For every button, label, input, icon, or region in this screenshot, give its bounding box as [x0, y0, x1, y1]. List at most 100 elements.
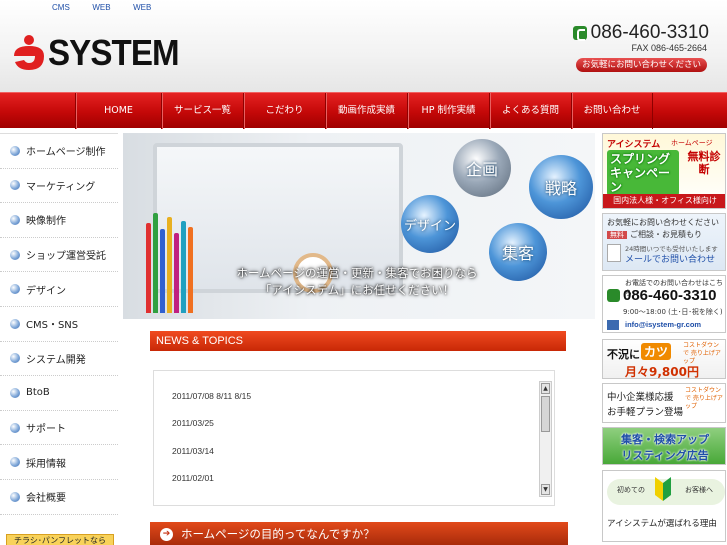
scroll-thumb[interactable] — [541, 396, 550, 432]
beginner-bottom: アイシステムが選ばれる理由 — [607, 519, 717, 529]
sidebar-item-label: サポート — [26, 424, 66, 436]
phone-icon — [607, 289, 620, 302]
sidebar-item-label: 採用情報 — [26, 458, 66, 470]
listing-line1: 集客・検索アップ — [621, 433, 709, 446]
sidebar-item-video[interactable]: 映像制作 — [0, 203, 118, 238]
sidebar-item-cms[interactable]: CMS・SNS — [0, 307, 118, 342]
nav-video-works[interactable]: 動画作成実績 — [325, 93, 407, 129]
nav-contact[interactable]: お問い合わせ — [571, 93, 653, 129]
listing-line2: リスティング広告 — [621, 449, 709, 462]
sme-line2: お手軽プラン登場 — [607, 407, 684, 418]
sidebar-item-label: ホームページ制作 — [26, 147, 106, 159]
sidebar-item-btob[interactable]: BtoB — [0, 376, 118, 411]
hero-caption: ホームページの運営・更新・集客でお困りなら 「アイシステム」にお任せください！ — [187, 265, 527, 299]
campaign-headline: スプリングキャンペーン — [607, 150, 679, 196]
logo-text: SYSTEM — [48, 32, 180, 73]
top-links: CMS WEB WEB — [52, 3, 171, 12]
katsu-price: 月々9,800円 — [625, 365, 699, 379]
top-link-web-1[interactable]: WEB — [92, 3, 110, 12]
sidebar-item-label: BtoB — [26, 387, 50, 399]
global-nav: HOME サービス一覧 こだわり 動画作成実績 HP 制作実績 よくある質問 お… — [0, 92, 727, 129]
top-link-web-2[interactable]: WEB — [133, 3, 151, 12]
phone-contact-number-text: 086-460-3310 — [623, 287, 717, 304]
right-column: アイシステム ホームページ スプリングキャンペーン 無料診断 国内法人様・オフィ… — [600, 133, 727, 545]
sidebar-item-marketing[interactable]: マーケティング — [0, 169, 118, 204]
scroll-up-icon[interactable]: ▲ — [541, 383, 550, 394]
sidebar-item-label: システム開発 — [26, 354, 86, 366]
news-item[interactable]: 2011/03/25 — [172, 418, 214, 428]
campaign-badge: 無料診断 — [687, 150, 721, 176]
beginner-banner[interactable]: 初めての お客様へ アイシステムが選ばれる理由 — [602, 470, 726, 542]
sidebar-flyer-banner[interactable]: チラシ･パンフレットなら — [6, 534, 114, 545]
mail-contact-line4: メールでお問い合わせ — [625, 255, 716, 265]
news-item[interactable]: 2011/02/01 — [172, 473, 214, 483]
sidebar-item-company[interactable]: 会社概要 — [0, 480, 118, 515]
sidebar-item-shop[interactable]: ショップ運営受託 — [0, 238, 118, 273]
sidebar-item-support[interactable]: サポート — [0, 411, 118, 446]
news-heading: NEWS & TOPICS — [150, 331, 566, 351]
phone-icon — [572, 26, 587, 41]
news-scrollbar[interactable]: ▲ ▼ — [539, 381, 552, 497]
katsu-prefix: 不況に — [607, 348, 640, 361]
sidebar-item-label: 映像制作 — [26, 216, 66, 228]
bullet-icon — [10, 457, 20, 468]
phone-contact-email[interactable]: info@isystem-gr.com — [625, 320, 701, 329]
sidebar-item-label: CMS・SNS — [26, 320, 79, 332]
phone-contact-hours: 9:00～18:00 (土･日･祝を除く) — [623, 308, 723, 316]
campaign-title: アイシステム — [607, 140, 661, 150]
sidebar-item-design[interactable]: デザイン — [0, 272, 118, 307]
nav-faq[interactable]: よくある質問 — [489, 93, 571, 129]
mail-contact-line2: 無料 ご相談・お見積もり — [607, 229, 702, 240]
header-phone[interactable]: 086-460-3310 — [572, 22, 709, 44]
katsu-badge: カツ — [641, 343, 672, 360]
bullet-icon — [10, 180, 20, 191]
sidebar-item-label: デザイン — [26, 285, 66, 297]
bullet-icon — [10, 214, 20, 225]
top-link-cms[interactable]: CMS — [52, 3, 70, 12]
sidebar-item-label: マーケティング — [26, 181, 96, 193]
news-item[interactable]: 2011/07/08 8/11 8/15 — [172, 391, 251, 401]
mail-contact-banner[interactable]: お気軽にお問い合わせください 無料 ご相談・お見積もり 24時間いつでも受付いたし… — [602, 213, 726, 271]
sidebar-item-system[interactable]: システム開発 — [0, 342, 118, 377]
bubble-design: デザイン — [401, 195, 459, 253]
purpose-text: ホームページの目的ってなんですか？ — [181, 527, 375, 541]
sidebar-item-hp[interactable]: ホームページ制作 — [0, 134, 118, 169]
header-fax: FAX 086-465-2664 — [631, 43, 707, 53]
sme-plan-banner[interactable]: 中小企業様応援 コストダウンで 売り上げアップ お手軽プラン登場 — [602, 383, 726, 423]
phone-contact-banner[interactable]: お電話でのお問い合わせはこちら 086-460-3310 9:00～18:00 … — [602, 275, 726, 333]
news-list: 2011/07/08 8/11 8/15 2011/03/25 2011/03/… — [153, 370, 555, 506]
bubble-planning: 企画 — [453, 139, 511, 197]
logo[interactable]: SYSTEM — [10, 22, 180, 82]
mail-contact-line2-text: ご相談・お見積もり — [630, 230, 702, 239]
hero-caption-line1: ホームページの運営・更新・集客でお困りなら — [236, 266, 478, 280]
listing-ads-banner[interactable]: 集客・検索アップ リスティング広告 — [602, 427, 726, 465]
bullet-icon — [10, 249, 20, 260]
purpose-banner[interactable]: ➔ ホームページの目的ってなんですか？ — [150, 522, 568, 545]
spring-campaign-banner[interactable]: アイシステム ホームページ スプリングキャンペーン 無料診断 国内法人様・オフィ… — [602, 133, 726, 209]
bullet-icon — [10, 284, 20, 295]
sme-small: コストダウンで 売り上げアップ — [685, 387, 723, 410]
bullet-icon — [10, 422, 20, 433]
sme-line1: 中小企業様応援 — [607, 392, 674, 403]
sidebar-item-label: ショップ運営受託 — [26, 251, 106, 263]
header-phone-number: 086-460-3310 — [590, 22, 709, 43]
hero-banner: 企画 戦略 デザイン 集客 ホームページの運営・更新・集客でお困りなら 「アイシ… — [123, 133, 595, 319]
bullet-icon — [10, 318, 20, 329]
sidebar-item-recruit[interactable]: 採用情報 — [0, 445, 118, 480]
mail-contact-line1: お気軽にお問い合わせください — [607, 218, 719, 227]
sidebar: ホームページ制作 マーケティング 映像制作 ショップ運営受託 デザイン CMS・… — [0, 133, 118, 545]
bullet-icon — [10, 387, 20, 398]
header: CMS WEB WEB SYSTEM 086-460-3310 FAX 086-… — [0, 0, 727, 92]
nav-hp-works[interactable]: HP 制作実績 — [407, 93, 489, 129]
katsu-plan-banner[interactable]: 不況に カツ コストダウンで 売り上げアップ 月々9,800円 — [602, 339, 726, 379]
page: CMS WEB WEB SYSTEM 086-460-3310 FAX 086-… — [0, 0, 727, 545]
arrow-right-icon: ➔ — [160, 527, 173, 541]
scroll-down-icon[interactable]: ▼ — [541, 484, 550, 495]
header-contact-button[interactable]: お気軽にお問い合わせください — [575, 58, 707, 72]
news-item[interactable]: 2011/03/14 — [172, 446, 214, 456]
nav-home[interactable]: HOME — [75, 93, 161, 129]
nav-services[interactable]: サービス一覧 — [161, 93, 243, 129]
sidebar-item-label: 会社概要 — [26, 493, 66, 505]
nav-kodawari[interactable]: こだわり — [243, 93, 325, 129]
bullet-icon — [10, 353, 20, 364]
